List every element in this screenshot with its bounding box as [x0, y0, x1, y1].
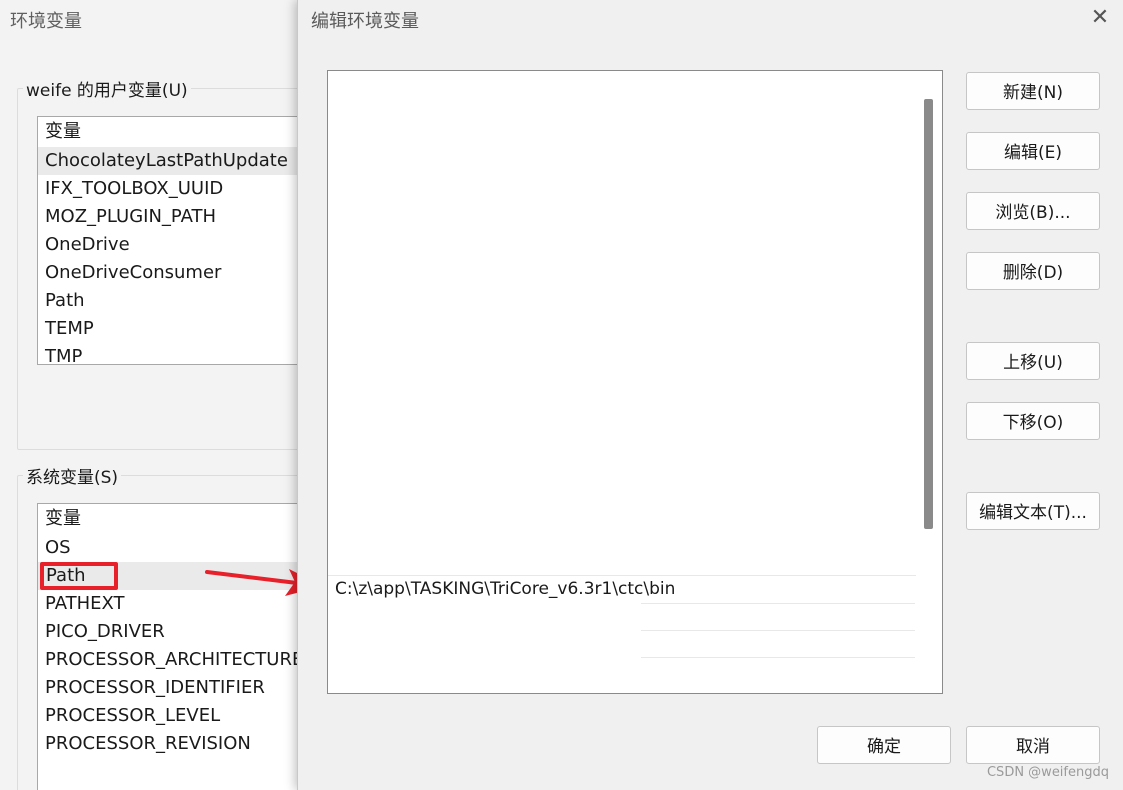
- system-vars-list[interactable]: 变量 OS Path PATHEXT PICO_DRIVER PROCESSOR…: [37, 503, 309, 790]
- list-item[interactable]: PROCESSOR_IDENTIFIER: [38, 674, 308, 702]
- move-down-button[interactable]: 下移(O): [966, 402, 1100, 440]
- path-entry[interactable]: C:\z\app\TASKING\TriCore_v6.3r1\ctc\bin: [328, 575, 916, 603]
- list-item[interactable]: PROCESSOR_REVISION: [38, 730, 308, 758]
- path-entry[interactable]: [328, 603, 916, 630]
- system-vars-label: 系统变量(S): [23, 463, 122, 488]
- path-entry-rows: C:\z\app\TASKING\TriCore_v6.3r1\ctc\bin: [328, 575, 916, 684]
- new-button[interactable]: 新建(N): [966, 72, 1100, 110]
- edit-text-button[interactable]: 编辑文本(T)...: [966, 492, 1100, 530]
- list-item[interactable]: ChocolateyLastPathUpdate: [38, 147, 308, 175]
- watermark: CSDN @weifengdq: [986, 765, 1109, 780]
- red-highlight-box: Path: [40, 562, 118, 590]
- dialog-title: 编辑环境变量: [311, 11, 419, 32]
- list-item[interactable]: TEMP: [38, 315, 308, 343]
- path-entry[interactable]: [328, 657, 916, 684]
- scrollbar-thumb[interactable]: [924, 99, 933, 529]
- list-item[interactable]: OneDrive: [38, 231, 308, 259]
- list-item[interactable]: IFX_TOOLBOX_UUID: [38, 175, 308, 203]
- list-item[interactable]: OS: [38, 534, 308, 562]
- list-item[interactable]: Path: [38, 287, 308, 315]
- browse-button[interactable]: 浏览(B)...: [966, 192, 1100, 230]
- cancel-button[interactable]: 取消: [966, 726, 1100, 764]
- path-entry[interactable]: [328, 630, 916, 657]
- list-item[interactable]: PICO_DRIVER: [38, 618, 308, 646]
- ok-button[interactable]: 确定: [817, 726, 951, 764]
- user-vars-list[interactable]: 变量 ChocolateyLastPathUpdate IFX_TOOLBOX_…: [37, 116, 309, 365]
- list-item[interactable]: MOZ_PLUGIN_PATH: [38, 203, 308, 231]
- path-entries-list[interactable]: C:\z\app\TASKING\TriCore_v6.3r1\ctc\bin: [327, 70, 943, 694]
- close-icon[interactable]: ✕: [1086, 4, 1114, 32]
- list-item[interactable]: PROCESSOR_LEVEL: [38, 702, 308, 730]
- list-empty-area: [328, 71, 920, 574]
- list-item[interactable]: OneDriveConsumer: [38, 259, 308, 287]
- delete-button[interactable]: 删除(D): [966, 252, 1100, 290]
- user-vars-header: 变量: [45, 121, 81, 142]
- list-item[interactable]: PROCESSOR_ARCHITECTURE: [38, 646, 308, 674]
- window-title: 环境变量: [10, 11, 82, 32]
- screen: 环境变量 weife 的用户变量(U) 变量 ChocolateyLastPat…: [0, 0, 1123, 790]
- list-item[interactable]: TMP: [38, 343, 308, 364]
- edit-button[interactable]: 编辑(E): [966, 132, 1100, 170]
- edit-environment-variable-dialog: 编辑环境变量 ✕ C:\z\app\TASKING\TriCore_v6.3r1…: [297, 0, 1123, 790]
- user-vars-label: weife 的用户变量(U): [23, 76, 191, 101]
- move-up-button[interactable]: 上移(U): [966, 342, 1100, 380]
- system-vars-header: 变量: [45, 508, 81, 529]
